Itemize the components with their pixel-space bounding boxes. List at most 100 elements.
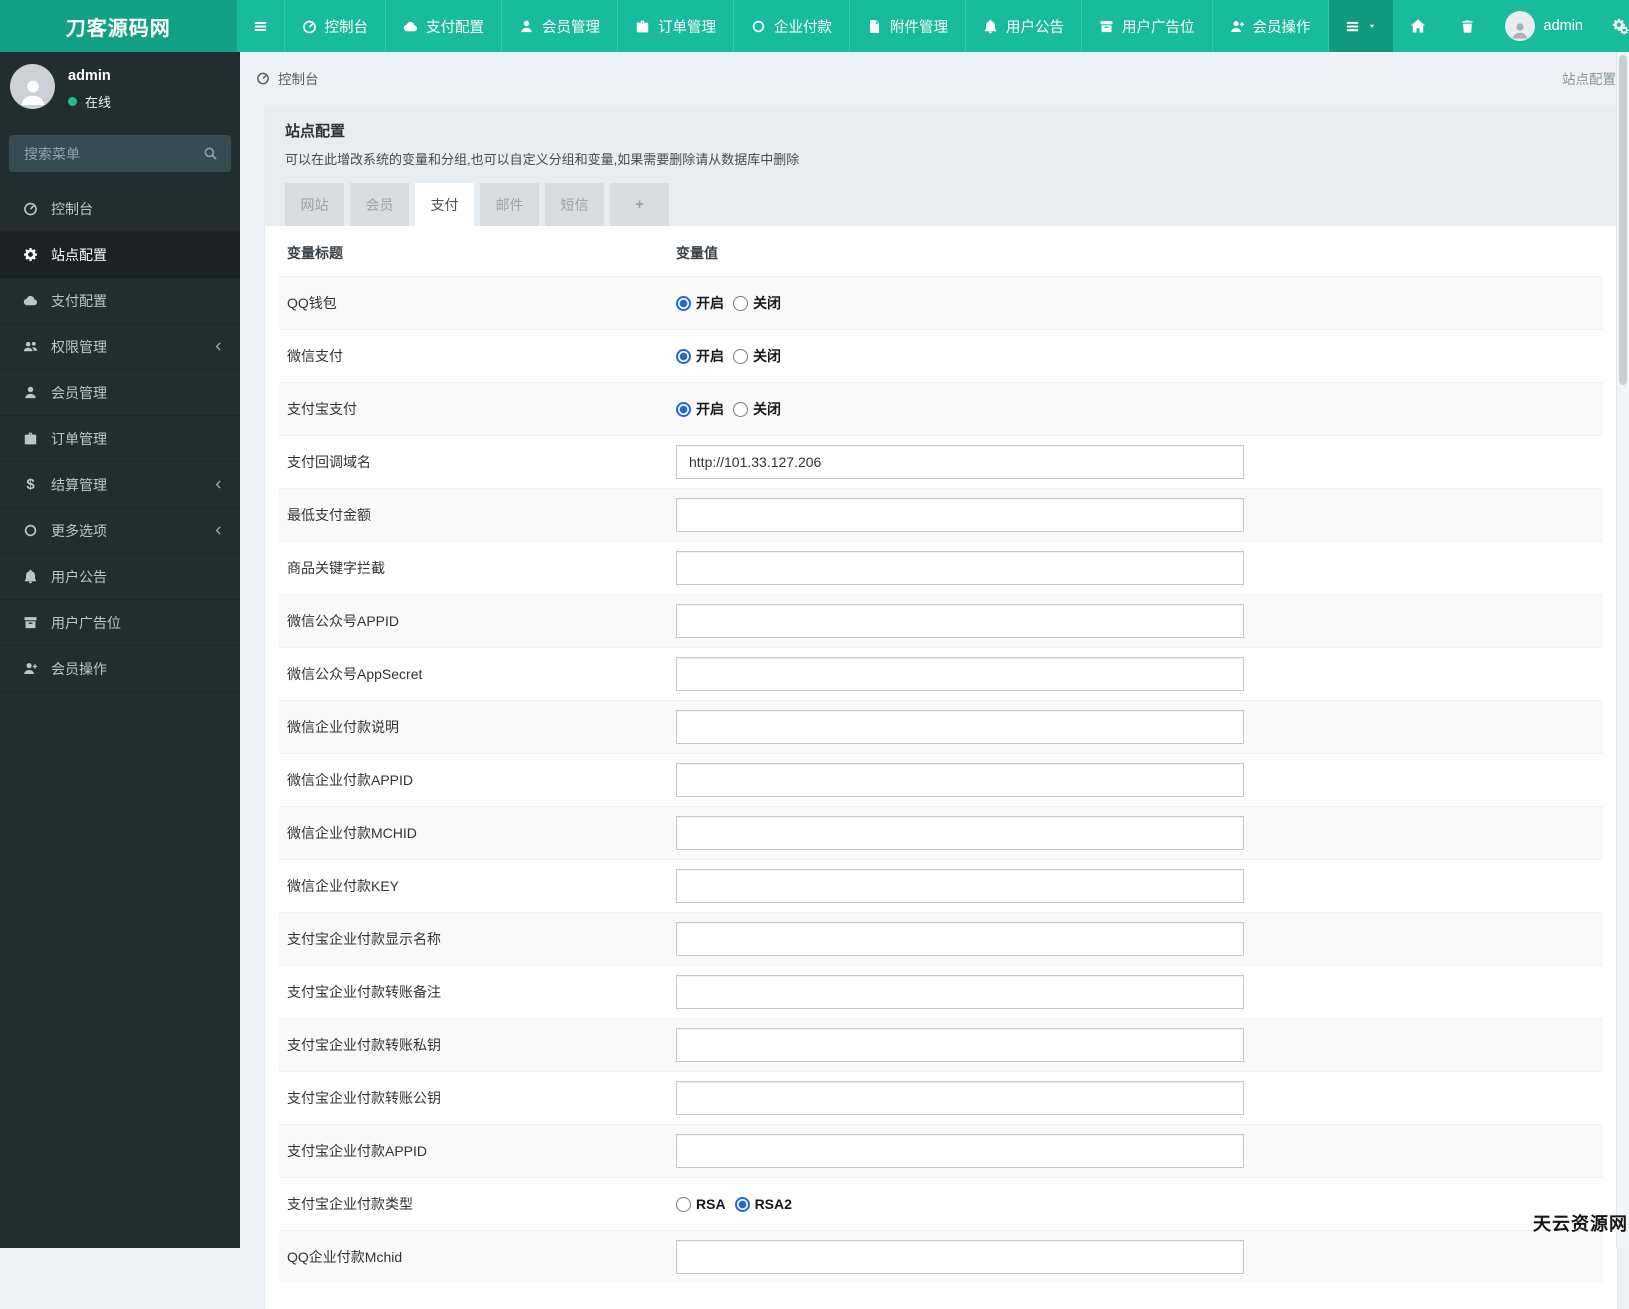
- var-value-input[interactable]: [676, 1081, 1244, 1115]
- var-title: 支付宝企业付款转账私钥: [279, 1019, 668, 1072]
- tab-email[interactable]: 邮件: [480, 183, 539, 226]
- radio-input[interactable]: [676, 1197, 691, 1212]
- radio-input[interactable]: [733, 296, 748, 311]
- nav-item-order-management[interactable]: 订单管理: [618, 0, 734, 52]
- navbar-menu: 控制台 支付配置 会员管理 订单管理 企业付款 附件管理 用户公告 用户广告位 …: [237, 0, 1329, 52]
- page-title: 站点配置: [285, 120, 1597, 141]
- sidebar-item-payment-config[interactable]: 支付配置: [0, 278, 240, 324]
- scrollbar-thumb[interactable]: [1619, 55, 1627, 385]
- tab-content: 变量标题 变量值 QQ钱包 开启 关闭 微信支付: [265, 226, 1617, 1309]
- sidebar-item-user-adspace[interactable]: 用户广告位: [0, 600, 240, 646]
- content-header: 控制台 站点配置: [240, 52, 1629, 104]
- nav-item-attachment-management[interactable]: 附件管理: [850, 0, 966, 52]
- search-icon[interactable]: [203, 146, 218, 161]
- brand-logo[interactable]: 刀客源码网: [0, 0, 237, 52]
- table-row: 微信企业付款MCHID: [279, 807, 1603, 860]
- breadcrumb[interactable]: 控制台: [256, 68, 319, 88]
- var-value-input[interactable]: [676, 763, 1244, 797]
- radio-input[interactable]: [735, 1197, 750, 1212]
- sidebar-item-permission-management[interactable]: 权限管理: [0, 324, 240, 370]
- nav-item-payment-config[interactable]: 支付配置: [386, 0, 502, 52]
- user-menu[interactable]: admin: [1492, 11, 1597, 41]
- radio-option-off[interactable]: 关闭: [733, 293, 781, 313]
- radio-option-off[interactable]: 关闭: [733, 346, 781, 366]
- var-title: 微信公众号APPID: [279, 595, 668, 648]
- table-row: QQ企业付款Mchid: [279, 1231, 1603, 1284]
- var-value-input[interactable]: [676, 498, 1244, 532]
- radio-input[interactable]: [676, 402, 691, 417]
- sidebar-item-site-config[interactable]: 站点配置: [0, 232, 240, 278]
- sidebar-item-settlement-management[interactable]: $结算管理: [0, 462, 240, 508]
- sidebar: admin 在线 控制台 站点配置 支付配置 权限管理 会员管理 订单管理 $结…: [0, 52, 240, 1248]
- sidebar-item-order-management[interactable]: 订单管理: [0, 416, 240, 462]
- var-value-input[interactable]: [676, 922, 1244, 956]
- var-value-input[interactable]: [676, 604, 1244, 638]
- sidebar-user-status[interactable]: 在线: [68, 92, 111, 111]
- tab-member[interactable]: 会员: [350, 183, 409, 226]
- radio-option-on[interactable]: 开启: [676, 346, 724, 366]
- var-title: 支付宝企业付款类型: [279, 1178, 668, 1231]
- var-value-input[interactable]: [676, 657, 1244, 691]
- var-value-input[interactable]: [676, 551, 1244, 585]
- var-title: 支付回调域名: [279, 436, 668, 489]
- var-value-input[interactable]: [676, 710, 1244, 744]
- table-row: 支付宝企业付款转账备注: [279, 966, 1603, 1019]
- var-value-input[interactable]: [676, 1134, 1244, 1168]
- sidebar-item-dashboard[interactable]: 控制台: [0, 186, 240, 232]
- radio-input[interactable]: [676, 349, 691, 364]
- var-value-input[interactable]: [676, 816, 1244, 850]
- var-title: 最低支付金额: [279, 489, 668, 542]
- nav-item-member-operation[interactable]: 会员操作: [1213, 0, 1329, 52]
- nav-item-member-management[interactable]: 会员管理: [502, 0, 618, 52]
- table-row: 支付宝企业付款显示名称: [279, 913, 1603, 966]
- bell-icon: [23, 569, 38, 584]
- table-row: 微信企业付款说明: [279, 701, 1603, 754]
- sidebar-search: [9, 135, 231, 172]
- radio-option-on[interactable]: 开启: [676, 293, 724, 313]
- nav-item-enterprise-payment[interactable]: 企业付款: [734, 0, 850, 52]
- page-description: 可以在此增改系统的变量和分组,也可以自定义分组和变量,如果需要删除请从数据库中删…: [285, 149, 1597, 168]
- dollar-icon: $: [23, 477, 38, 492]
- main-content: 控制台 站点配置 站点配置 可以在此增改系统的变量和分组,也可以自定义分组和变量…: [240, 52, 1629, 1248]
- var-value-input[interactable]: [676, 1240, 1244, 1274]
- var-value-input[interactable]: [676, 869, 1244, 903]
- tab-sms[interactable]: 短信: [545, 183, 604, 226]
- top-navbar: 刀客源码网 控制台 支付配置 会员管理 订单管理 企业付款 附件管理 用户公告 …: [0, 0, 1629, 52]
- add-tab-button[interactable]: +: [610, 183, 669, 226]
- vertical-scrollbar[interactable]: [1616, 52, 1629, 1248]
- sidebar-item-member-management[interactable]: 会员管理: [0, 370, 240, 416]
- plus-icon: +: [635, 196, 644, 213]
- nav-item-user-announcement[interactable]: 用户公告: [966, 0, 1082, 52]
- table-row: 支付回调域名: [279, 436, 1603, 489]
- tab-website[interactable]: 网站: [285, 183, 344, 226]
- tab-payment[interactable]: 支付: [415, 183, 474, 226]
- sidebar-item-more-options[interactable]: 更多选项: [0, 508, 240, 554]
- nav-item-dashboard[interactable]: 控制台: [285, 0, 387, 52]
- sidebar-toggle-button[interactable]: [237, 0, 285, 52]
- radio-option-rsa[interactable]: RSA: [676, 1196, 726, 1212]
- settings-button[interactable]: [1596, 0, 1629, 52]
- radio-option-on[interactable]: 开启: [676, 399, 724, 419]
- radio-option-off[interactable]: 关闭: [733, 399, 781, 419]
- trash-button[interactable]: [1443, 0, 1492, 52]
- table-row: 支付宝企业付款转账公钥: [279, 1072, 1603, 1125]
- radio-input[interactable]: [733, 349, 748, 364]
- var-title: 支付宝企业付款显示名称: [279, 913, 668, 966]
- var-value-input[interactable]: [676, 1028, 1244, 1062]
- watermark: 天云资源网: [1533, 1210, 1628, 1236]
- table-row: 微信企业付款KEY: [279, 860, 1603, 913]
- radio-input[interactable]: [733, 402, 748, 417]
- nav-item-user-adspace[interactable]: 用户广告位: [1082, 0, 1213, 52]
- gears-icon: [1612, 18, 1629, 35]
- var-value-input[interactable]: [676, 445, 1244, 479]
- table-row: 支付宝支付 开启 关闭: [279, 383, 1603, 436]
- search-input[interactable]: [22, 145, 195, 163]
- tasks-dropdown-toggle[interactable]: [1329, 0, 1393, 52]
- archive-icon: [23, 615, 38, 630]
- radio-option-rsa2[interactable]: RSA2: [735, 1196, 792, 1212]
- radio-input[interactable]: [676, 296, 691, 311]
- home-button[interactable]: [1393, 0, 1443, 52]
- sidebar-item-member-operation[interactable]: 会员操作: [0, 646, 240, 692]
- sidebar-item-user-announcement[interactable]: 用户公告: [0, 554, 240, 600]
- var-value-input[interactable]: [676, 975, 1244, 1009]
